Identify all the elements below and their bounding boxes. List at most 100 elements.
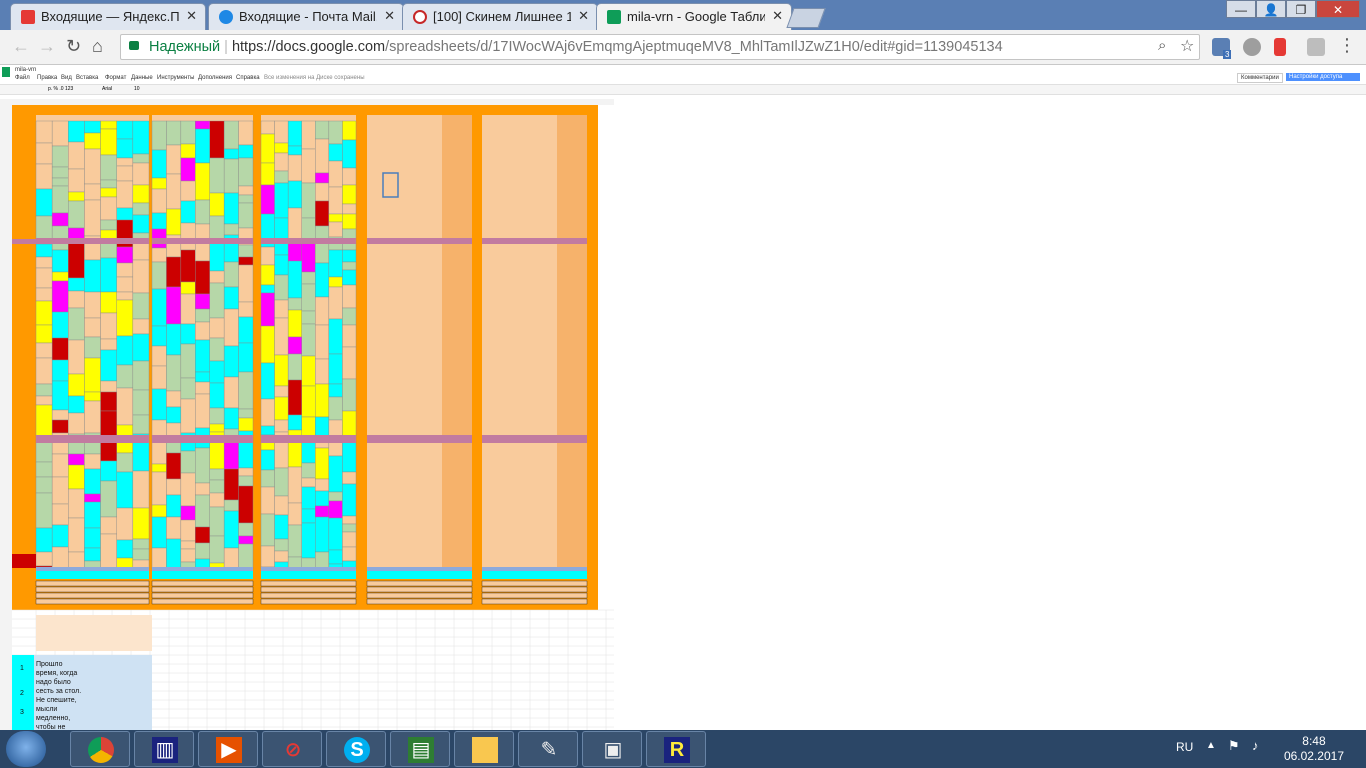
schedule-cell[interactable] [315, 416, 330, 437]
schedule-cell[interactable] [260, 184, 275, 215]
schedule-cell[interactable] [315, 200, 330, 227]
schedule-cell[interactable] [195, 393, 210, 429]
schedule-cell[interactable] [195, 260, 210, 295]
taskbar-explorer[interactable] [454, 731, 514, 767]
schedule-cell[interactable] [328, 396, 343, 421]
schedule-cell[interactable] [223, 407, 239, 430]
summary-row[interactable] [482, 571, 587, 579]
schedule-cell[interactable] [274, 182, 289, 219]
schedule-cell[interactable] [274, 514, 289, 540]
schedule-cell[interactable] [132, 162, 150, 186]
comments-button[interactable]: Комментарии [1237, 73, 1283, 83]
schedule-cell[interactable] [84, 183, 101, 201]
schedule-cell[interactable] [51, 249, 69, 273]
total-row[interactable] [260, 592, 357, 599]
schedule-cell[interactable] [35, 476, 53, 494]
schedule-cell[interactable] [195, 162, 210, 201]
schedule-cell[interactable] [328, 143, 343, 162]
schedule-cell[interactable] [342, 307, 357, 326]
schedule-cell[interactable] [180, 548, 196, 563]
total-row[interactable] [35, 580, 150, 587]
schedule-cell[interactable] [328, 286, 343, 320]
schedule-cell[interactable] [84, 317, 101, 338]
schedule-cell[interactable] [195, 339, 210, 373]
schedule-cell[interactable] [84, 493, 101, 503]
schedule-cell[interactable] [68, 141, 85, 170]
schedule-cell[interactable] [209, 423, 225, 433]
summary-row[interactable] [482, 567, 587, 571]
schedule-cell[interactable] [151, 547, 167, 570]
schedule-cell[interactable] [68, 307, 85, 341]
schedule-cell[interactable] [132, 259, 150, 294]
schedule-cell[interactable] [315, 262, 330, 298]
schedule-cell[interactable] [238, 244, 254, 258]
schedule-cell[interactable] [223, 148, 239, 160]
schedule-cell[interactable] [132, 318, 150, 335]
total-row[interactable] [35, 586, 150, 593]
schedule-cell[interactable] [100, 312, 117, 340]
schedule-cell[interactable] [260, 133, 275, 164]
schedule-cell[interactable] [84, 400, 101, 434]
break-row[interactable] [152, 435, 253, 443]
menu-help[interactable]: Справка [236, 75, 260, 81]
schedule-cell[interactable] [301, 271, 316, 285]
schedule-cell[interactable] [35, 243, 53, 258]
schedule-cell[interactable] [51, 212, 69, 227]
schedule-cell[interactable] [223, 510, 239, 549]
schedule-cell[interactable] [166, 144, 182, 175]
schedule-cell[interactable] [209, 360, 225, 384]
schedule-cell[interactable] [223, 468, 239, 501]
back-icon[interactable]: ← [12, 36, 30, 57]
summary-row[interactable] [367, 567, 472, 571]
schedule-cell[interactable] [342, 471, 357, 485]
font-size-select[interactable]: 10 [134, 86, 140, 92]
schedule-cell[interactable] [209, 382, 225, 409]
schedule-cell[interactable] [195, 482, 210, 496]
summary-row[interactable] [367, 571, 472, 579]
schedule-cell[interactable] [116, 246, 134, 264]
schedule-cell[interactable] [68, 120, 85, 143]
schedule-cell[interactable] [166, 452, 182, 480]
schedule-cell[interactable] [51, 476, 69, 505]
schedule-cell[interactable] [180, 120, 196, 145]
flag-extension-icon[interactable] [1274, 38, 1286, 56]
schedule-cell[interactable] [180, 222, 196, 251]
schedule-cell[interactable] [223, 499, 239, 512]
schedule-cell[interactable] [274, 396, 289, 421]
schedule-cell[interactable] [238, 342, 254, 373]
schedule-cell[interactable] [35, 357, 53, 385]
schedule-cell[interactable] [195, 542, 210, 560]
schedule-cell[interactable] [274, 317, 289, 356]
star-icon[interactable]: ☆ [1180, 36, 1194, 56]
schedule-cell[interactable] [35, 163, 53, 190]
schedule-cell[interactable] [274, 120, 289, 144]
schedule-cell[interactable] [116, 471, 134, 509]
schedule-cell[interactable] [342, 378, 357, 412]
schedule-cell[interactable] [151, 177, 167, 190]
break-row[interactable] [261, 238, 356, 244]
schedule-cell[interactable] [151, 463, 167, 473]
taskbar-computer[interactable]: ▣ [582, 731, 642, 767]
schedule-cell[interactable] [238, 417, 254, 432]
schedule-cell[interactable] [116, 157, 134, 167]
schedule-cell[interactable] [342, 515, 357, 525]
schedule-cell[interactable] [51, 409, 69, 421]
schedule-cell[interactable] [180, 281, 196, 295]
schedule-cell[interactable] [51, 280, 69, 313]
break-row[interactable] [152, 238, 253, 244]
schedule-cell[interactable] [151, 516, 167, 549]
number-format-buttons[interactable]: р. % .0 123 [48, 86, 73, 92]
schedule-cell[interactable] [287, 154, 302, 182]
schedule-cell[interactable] [180, 398, 196, 434]
schedule-cell[interactable] [100, 120, 117, 130]
schedule-cell[interactable] [274, 170, 289, 184]
schedule-cell[interactable] [315, 172, 330, 184]
schedule-cell[interactable] [35, 324, 53, 344]
schedule-cell[interactable] [238, 467, 254, 477]
tab-yandex-mail[interactable]: Входящие — Яндекс.По ✕ [10, 3, 206, 30]
schedule-cell[interactable] [84, 501, 101, 529]
total-row[interactable] [481, 586, 588, 593]
schedule-cell[interactable] [84, 132, 101, 150]
schedule-cell[interactable] [260, 162, 275, 186]
schedule-cell[interactable] [274, 152, 289, 172]
